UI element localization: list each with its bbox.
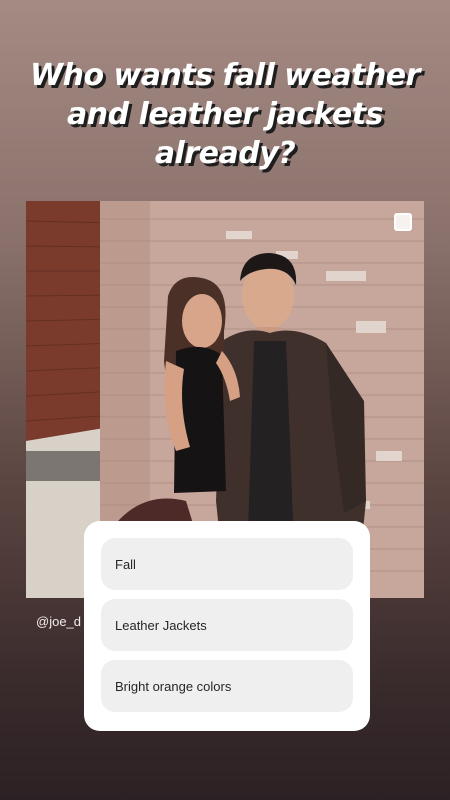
- story-title: Who wants fall weather and leather jacke…: [30, 58, 420, 171]
- poll-card: Fall Leather Jackets Bright orange color…: [84, 521, 370, 731]
- poll-option-leather-jackets[interactable]: Leather Jackets: [101, 599, 353, 651]
- multi-photo-icon: [394, 213, 412, 231]
- poll-option-bright-orange-colors[interactable]: Bright orange colors: [101, 660, 353, 712]
- photo-credit[interactable]: @joe_d: [36, 614, 81, 629]
- poll-option-fall[interactable]: Fall: [101, 538, 353, 590]
